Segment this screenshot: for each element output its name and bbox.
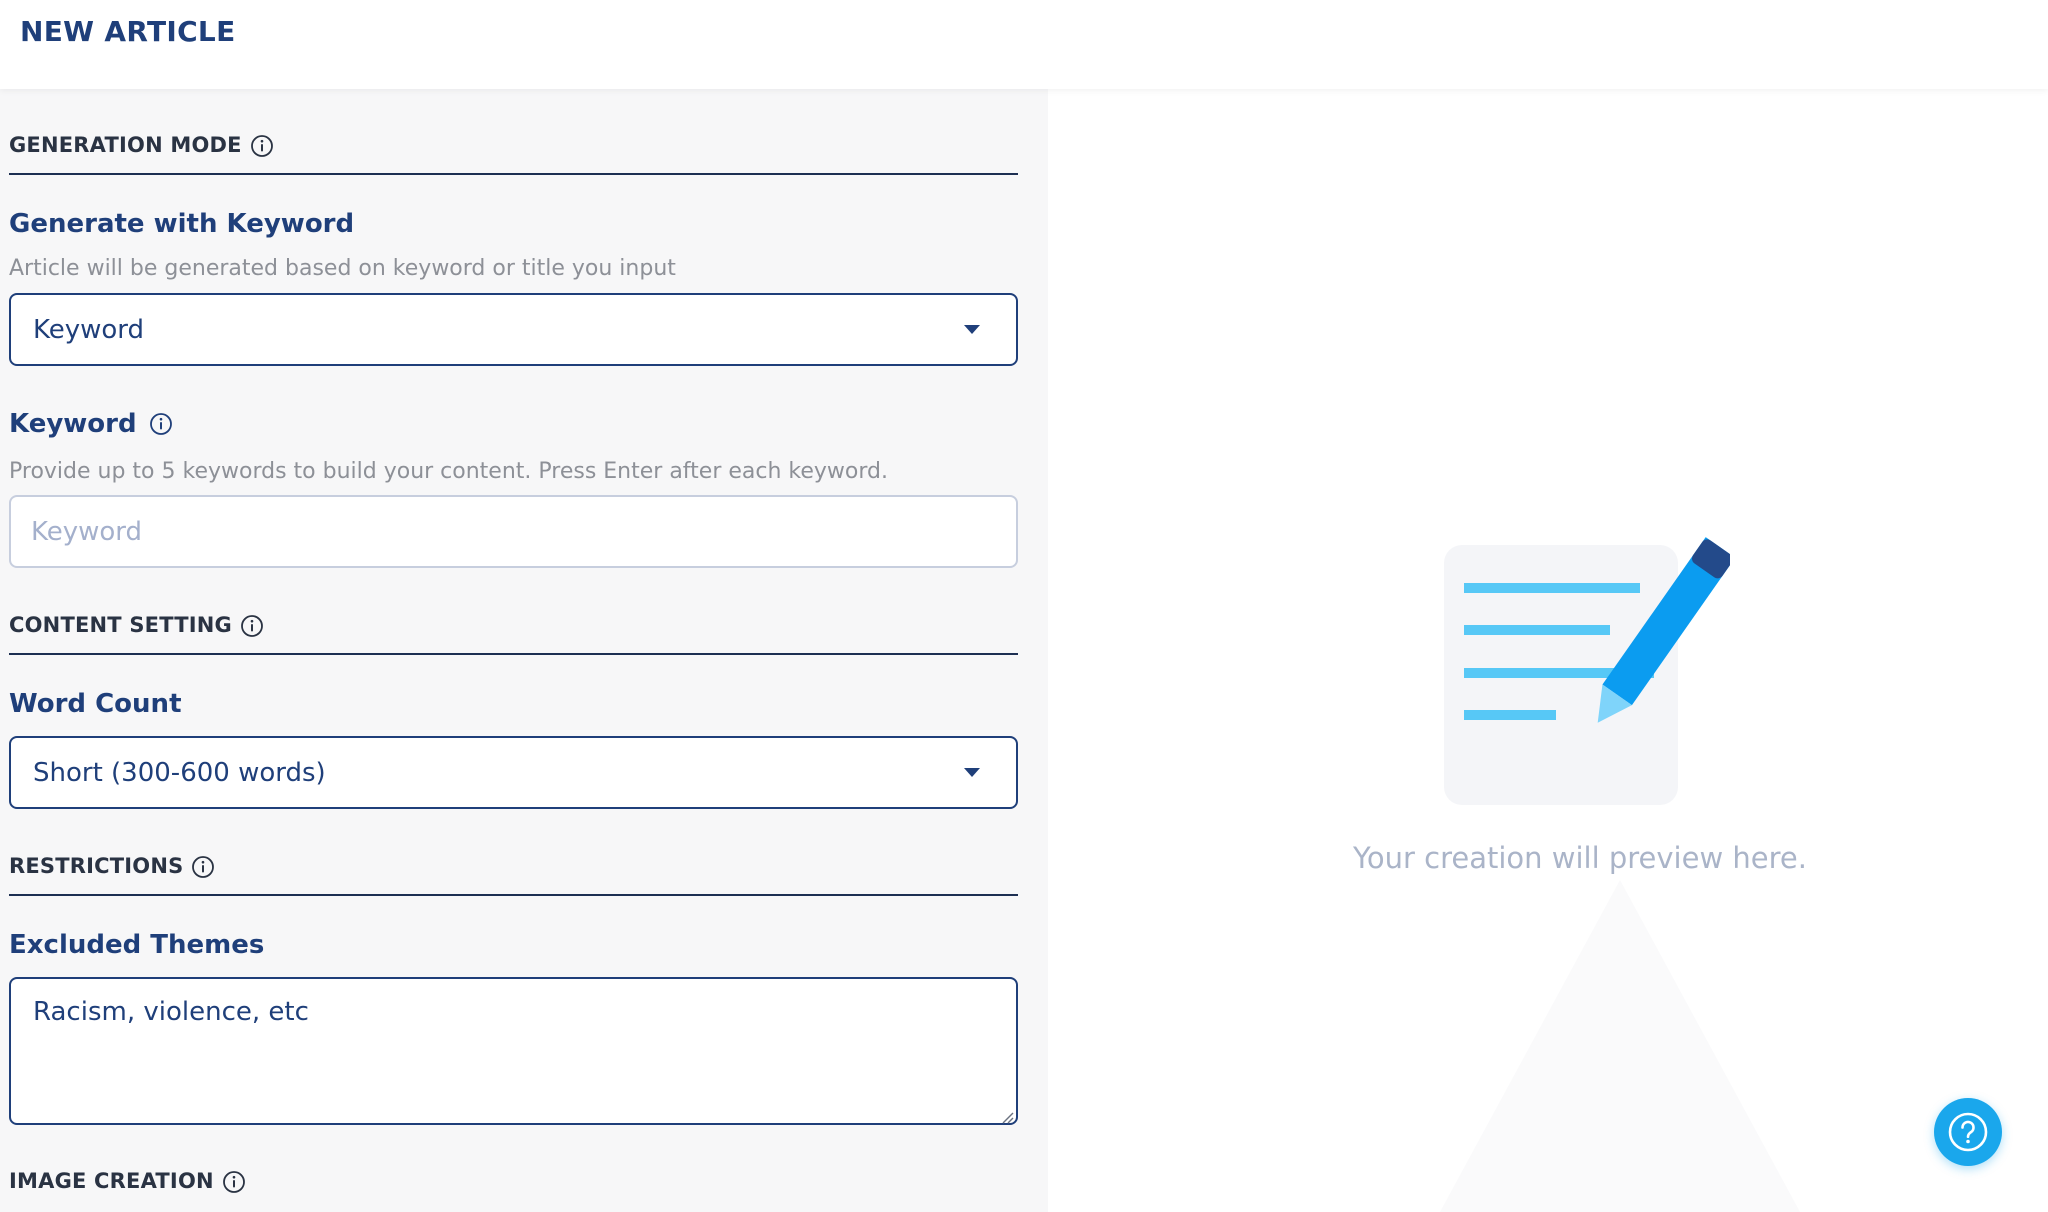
section-title: IMAGE CREATION [9,1169,214,1193]
generation-mode-label: Generate with Keyword [9,209,355,239]
select-value: Short (300-600 words) [33,757,326,788]
article-settings-panel: GENERATION MODE Generate with Keyword Ar… [0,89,1048,1212]
resize-grip-icon[interactable] [1000,1109,1014,1124]
document-pencil-icon [1444,537,1730,805]
keyword-input[interactable] [9,495,1018,568]
info-icon[interactable] [240,614,264,638]
excluded-themes-textarea[interactable]: Racism, violence, etc [9,977,1018,1125]
generation-mode-section-header: GENERATION MODE [9,133,1018,175]
section-title: CONTENT SETTING [9,613,232,637]
page-title: NEW ARTICLE [20,15,236,48]
top-bar: NEW ARTICLE [0,0,2048,89]
chevron-down-icon [964,768,980,777]
restrictions-section-header: RESTRICTIONS [9,854,1018,896]
info-icon[interactable] [250,134,274,158]
word-count-select[interactable]: Short (300-600 words) [9,736,1018,809]
word-count-label: Word Count [9,689,182,719]
info-icon[interactable] [222,1170,246,1194]
excluded-themes-label: Excluded Themes [9,930,265,960]
preview-empty-text: Your creation will preview here. [1353,841,1807,875]
help-button[interactable] [1934,1098,2002,1166]
keyword-help: Provide up to 5 keywords to build your c… [9,459,888,484]
image-creation-section-header: IMAGE CREATION [9,1169,1018,1211]
keyword-label: Keyword [9,409,137,439]
content-setting-section-header: CONTENT SETTING [9,613,1018,655]
keyword-label-row: Keyword [9,409,173,439]
background-shape [1440,880,1800,1212]
generation-mode-select[interactable]: Keyword [9,293,1018,366]
generation-mode-help: Article will be generated based on keywo… [9,256,676,281]
info-icon[interactable] [191,855,215,879]
help-icon [1948,1112,1988,1152]
section-title: RESTRICTIONS [9,854,184,878]
chevron-down-icon [964,325,980,334]
info-icon[interactable] [149,412,173,436]
select-value: Keyword [33,314,145,345]
section-title: GENERATION MODE [9,133,242,157]
